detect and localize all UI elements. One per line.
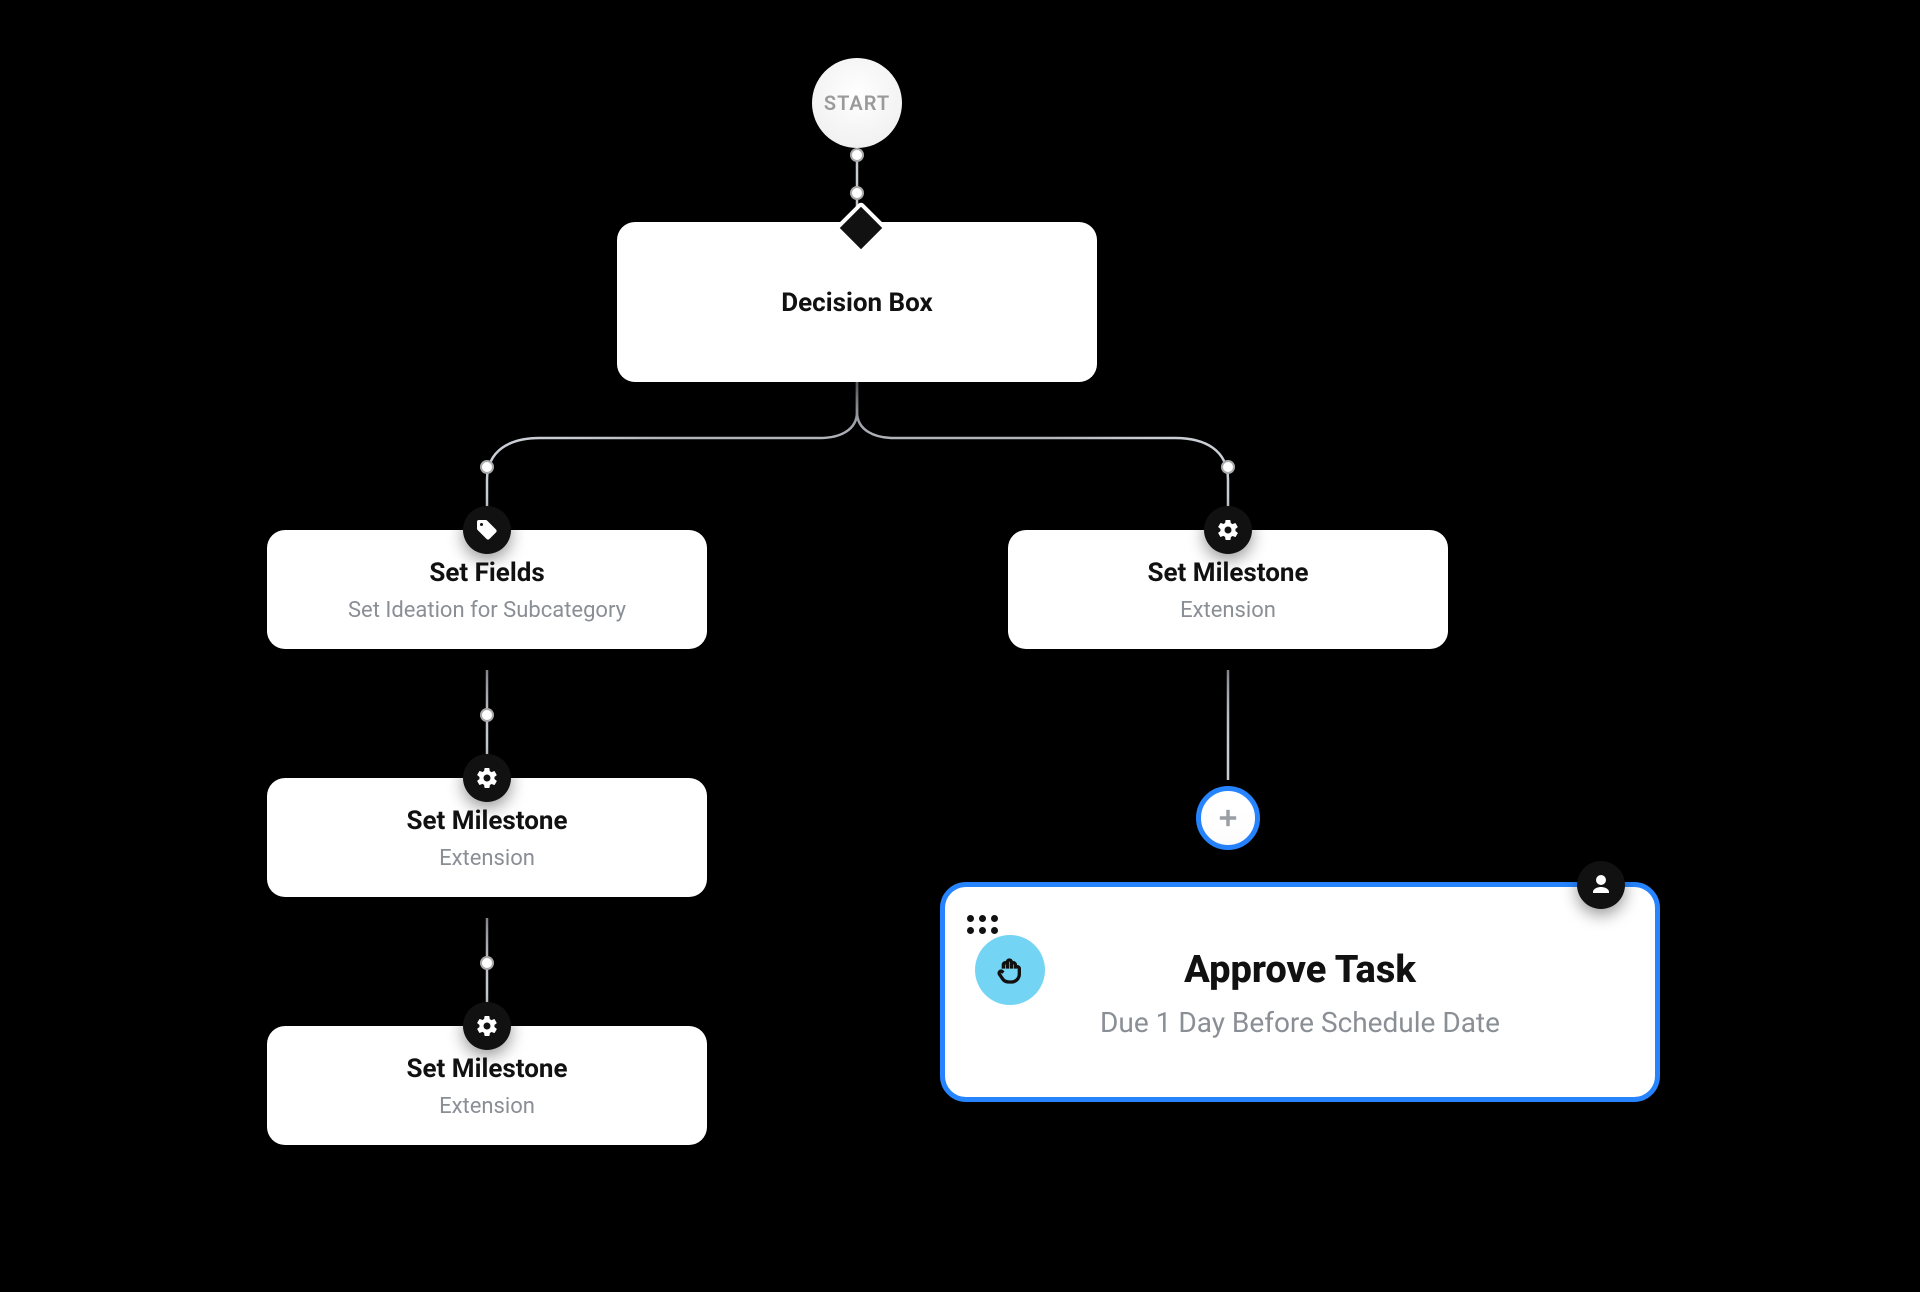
grab-cursor-icon <box>975 935 1045 1005</box>
port <box>850 186 864 200</box>
gear-icon <box>1204 506 1252 554</box>
milestone-sub: Extension <box>439 846 535 871</box>
port <box>480 956 494 970</box>
decision-title: Decision Box <box>781 288 933 318</box>
start-node[interactable]: START <box>812 58 902 148</box>
gear-icon <box>463 1002 511 1050</box>
set-fields-node[interactable]: Set Fields Set Ideation for Subcategory <box>267 530 707 649</box>
drag-handle-icon[interactable] <box>967 915 998 934</box>
set-fields-title: Set Fields <box>429 558 544 588</box>
port <box>1221 460 1235 474</box>
milestone-title: Set Milestone <box>1148 558 1309 588</box>
milestone-title: Set Milestone <box>407 806 568 836</box>
set-fields-sub: Set Ideation for Subcategory <box>348 598 626 623</box>
approve-title: Approve Task <box>1184 948 1416 992</box>
milestone-sub: Extension <box>439 1094 535 1119</box>
approve-sub: Due 1 Day Before Schedule Date <box>1100 1006 1500 1039</box>
port <box>480 460 494 474</box>
set-milestone-node[interactable]: Set Milestone Extension <box>267 1026 707 1145</box>
set-milestone-node[interactable]: Set Milestone Extension <box>1008 530 1448 649</box>
decision-node[interactable]: Decision Box <box>617 222 1097 382</box>
gear-icon <box>463 754 511 802</box>
start-label: START <box>824 91 890 115</box>
workflow-canvas[interactable]: START Decision Box Set Fields Set Ideati… <box>0 0 1920 1292</box>
port <box>850 148 864 162</box>
set-milestone-node[interactable]: Set Milestone Extension <box>267 778 707 897</box>
approve-task-node[interactable]: Approve Task Due 1 Day Before Schedule D… <box>940 882 1660 1102</box>
milestone-sub: Extension <box>1180 598 1276 623</box>
tag-icon <box>463 506 511 554</box>
diamond-icon <box>835 202 879 246</box>
port <box>480 708 494 722</box>
person-icon <box>1577 861 1625 909</box>
add-step-button[interactable] <box>1196 786 1260 850</box>
milestone-title: Set Milestone <box>407 1054 568 1084</box>
